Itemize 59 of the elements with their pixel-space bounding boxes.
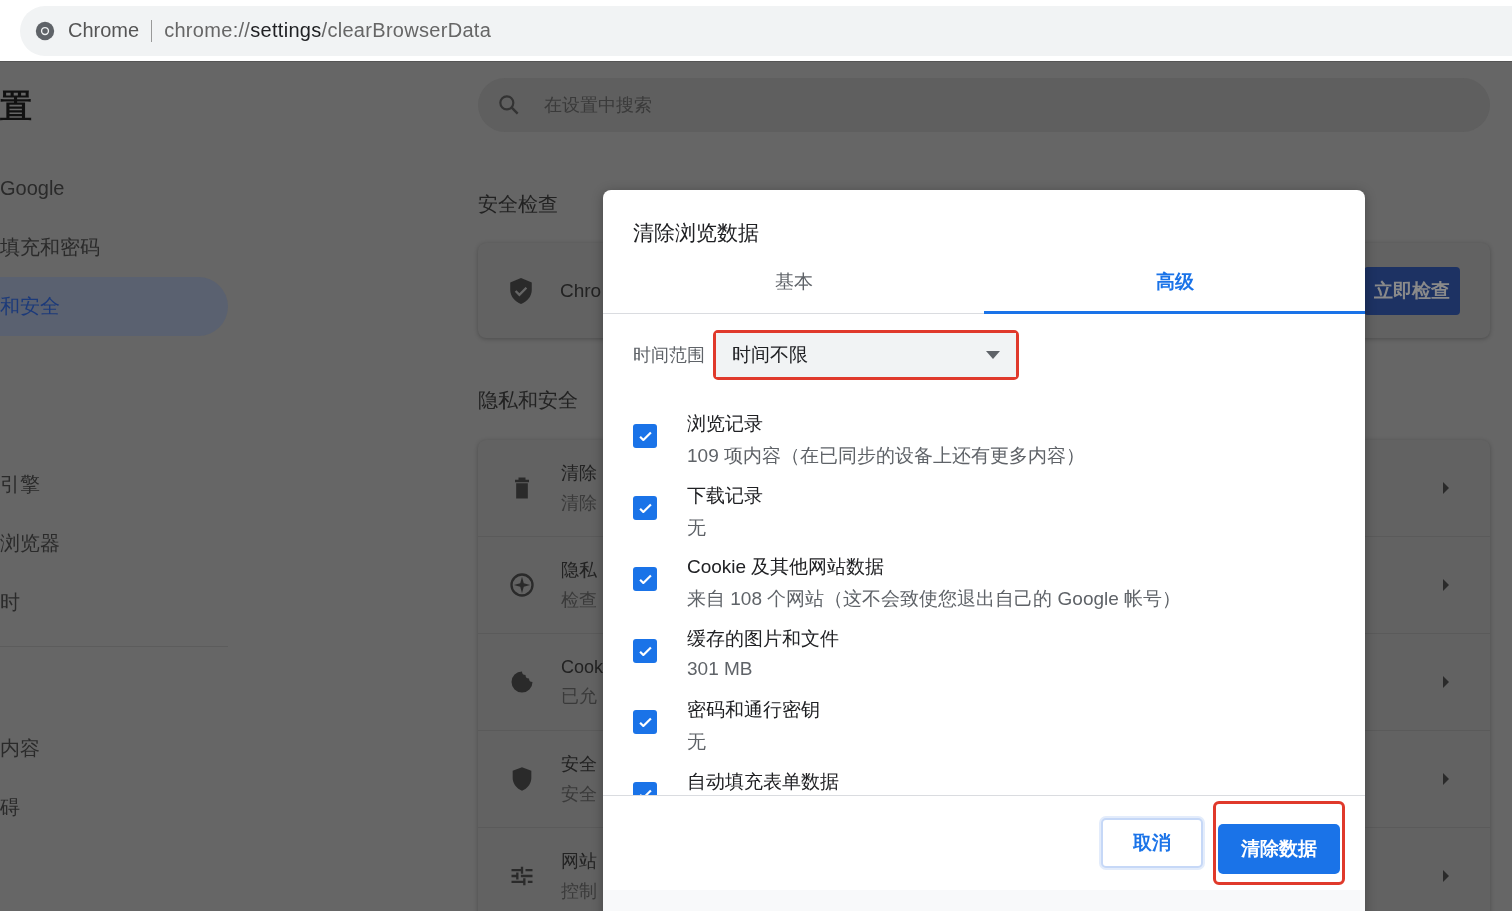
row-title: 安全 <box>561 753 597 776</box>
check-icon <box>638 502 652 513</box>
url-text: chrome://settings/clearBrowserData <box>164 19 492 42</box>
check-icon <box>638 788 652 795</box>
check-icon <box>638 717 652 727</box>
item-detail: 301 MB <box>687 657 754 680</box>
sidebar-item[interactable]: 填充和密码 <box>0 218 228 277</box>
time-range-select[interactable]: 时间不限 <box>716 333 1016 377</box>
sidebar-item[interactable]: 时 <box>0 573 228 632</box>
compass-icon <box>508 571 536 599</box>
arrow-right-icon[interactable] <box>1442 869 1450 883</box>
checkbox[interactable] <box>633 710 657 734</box>
cancel-button[interactable]: 取消 <box>1101 818 1203 868</box>
sidebar-item[interactable]: 浏览器 <box>0 514 228 573</box>
page-title: 置 <box>0 87 33 126</box>
item-detail: 无 <box>687 515 707 540</box>
field-label: 时间范围 <box>633 344 705 367</box>
dialog-title: 清除浏览数据 <box>632 220 760 246</box>
row-title: 网站 <box>561 850 597 873</box>
sidebar-item[interactable]: Google <box>0 159 228 218</box>
sidebar-item[interactable]: 内容 <box>0 719 228 778</box>
checkbox[interactable] <box>633 567 657 591</box>
checkbox[interactable] <box>633 495 657 520</box>
item-title: 密码和通行密钥 <box>687 698 820 722</box>
row-title: Cook <box>561 656 604 678</box>
check-icon <box>638 431 652 441</box>
checkbox[interactable] <box>633 424 657 448</box>
row-title: 隐私 <box>561 559 597 582</box>
item-title: 自动填充表单数据 <box>687 769 839 794</box>
sidebar-item[interactable]: 和安全 <box>0 277 228 336</box>
sidebar-item[interactable]: 引擎 <box>0 455 228 514</box>
arrow-right-icon[interactable] <box>1442 578 1450 592</box>
section-heading: 隐私和安全 <box>478 388 578 413</box>
item-detail: 无 <box>687 730 707 754</box>
site-name: Chrome <box>68 19 140 42</box>
caret-icon <box>986 351 1000 359</box>
check-icon <box>638 645 652 656</box>
checkbox[interactable] <box>633 638 657 663</box>
item-title: Cookie 及其他网站数据 <box>687 555 886 579</box>
card-text: Chro <box>560 279 602 302</box>
arrow-right-icon[interactable] <box>1442 772 1450 786</box>
row-title: 清除 <box>561 462 597 485</box>
check-icon <box>638 574 652 584</box>
clear-data-button[interactable]: 清除数据 <box>1218 824 1340 874</box>
arrow-right-icon[interactable] <box>1442 675 1450 689</box>
tab[interactable]: 高级 <box>984 259 1365 314</box>
check-now-button[interactable]: 立即检查 <box>1364 266 1460 315</box>
tab[interactable]: 基本 <box>603 259 984 314</box>
shield-check-icon <box>508 276 534 305</box>
address-bar[interactable]: Chrome chrome://settings/clearBrowserData <box>20 5 1512 56</box>
section-heading: 安全检查 <box>478 192 558 217</box>
item-title: 缓存的图片和文件 <box>687 626 839 651</box>
item-detail: 109 项内容（在已同步的设备上还有更多内容） <box>687 444 1085 468</box>
chrome-logo-icon <box>34 19 56 42</box>
item-title: 浏览记录 <box>687 412 764 436</box>
item-title: 下载记录 <box>687 483 763 508</box>
item-detail: 来自 108 个网站（这不会致使您退出自己的 Google 帐号） <box>687 587 1182 611</box>
sidebar-item[interactable]: 碍 <box>0 778 228 837</box>
arrow-right-icon[interactable] <box>1442 481 1450 495</box>
